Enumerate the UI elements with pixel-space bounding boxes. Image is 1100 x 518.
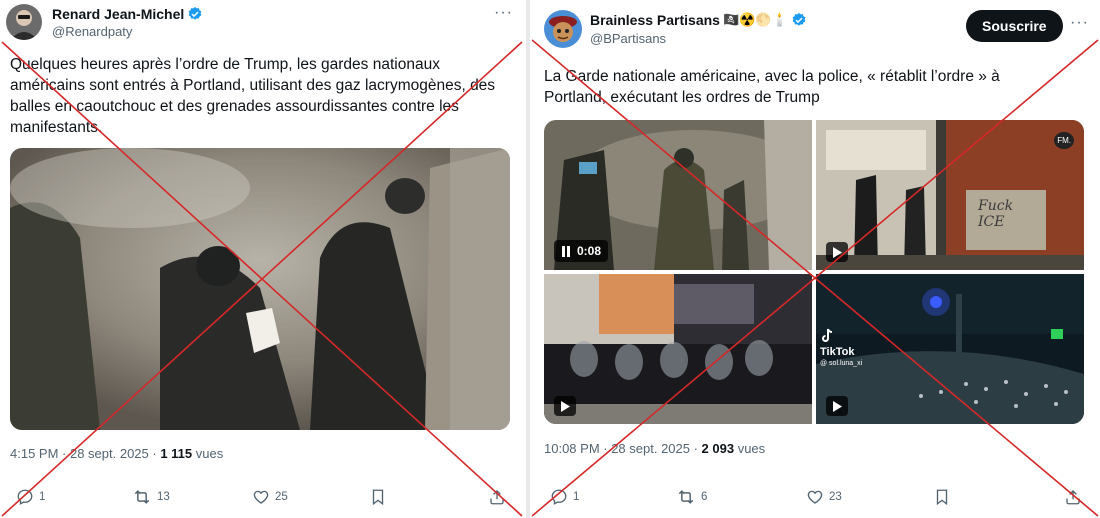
- retweet-icon: [678, 490, 694, 504]
- reply-count: 1: [39, 491, 46, 503]
- tweet-text: Quelques heures après l’ordre de Trump, …: [10, 56, 496, 136]
- play-icon[interactable]: [832, 400, 842, 412]
- tiktok-label: TikTok: [820, 346, 855, 358]
- tweet-timestamp[interactable]: 10:08 PM · 28 sept. 2025 ·: [544, 441, 702, 456]
- media-video-3[interactable]: [544, 274, 812, 424]
- tweet-text: La Garde nationale américaine, avec la p…: [544, 68, 1000, 106]
- reply-button[interactable]: 1: [16, 488, 45, 506]
- avatar[interactable]: [544, 10, 582, 48]
- tweet-video[interactable]: [10, 148, 510, 430]
- more-icon[interactable]: ···: [1070, 14, 1089, 32]
- reply-icon: [17, 489, 33, 505]
- action-bar: 1 6 23: [532, 488, 1100, 512]
- view-count: 2 093: [701, 441, 735, 456]
- video-thumbnail: [544, 274, 812, 424]
- retweet-count: 13: [157, 491, 170, 503]
- reply-count: 1: [573, 491, 580, 503]
- tiktok-watermark: TikTok @ sol.luna_xi: [820, 328, 862, 369]
- verified-icon: [792, 13, 806, 26]
- bookmark-icon: [936, 489, 948, 506]
- share-icon: [1066, 490, 1080, 505]
- retweet-count: 6: [701, 491, 708, 503]
- video-thumbnail: [816, 120, 1084, 270]
- retweet-button[interactable]: 13: [132, 488, 170, 506]
- pause-icon[interactable]: [561, 245, 571, 257]
- author-handle[interactable]: @BPartisans: [590, 31, 666, 46]
- bookmark-icon: [372, 489, 384, 506]
- author-name[interactable]: Renard Jean-Michel: [52, 6, 184, 22]
- media-video-1[interactable]: 0:08: [544, 120, 812, 270]
- subscribe-button[interactable]: Souscrire: [966, 10, 1063, 42]
- media-grid: 0:08 FM. Fuck ICE TikTok @ sol.luna_xi: [544, 120, 1084, 424]
- play-icon[interactable]: [560, 400, 570, 412]
- divider: [526, 0, 530, 518]
- tweet-left: Renard Jean-Michel @Renardpaty ··· Quelq…: [0, 0, 524, 518]
- like-count: 23: [829, 491, 842, 503]
- like-count: 25: [275, 491, 288, 503]
- play-icon[interactable]: [832, 246, 842, 258]
- more-icon[interactable]: ···: [494, 4, 513, 22]
- reply-button[interactable]: 1: [550, 488, 579, 506]
- like-button[interactable]: 23: [806, 488, 842, 506]
- video-duration: 0:08: [577, 244, 602, 258]
- tiktok-icon: [822, 328, 833, 342]
- retweet-button[interactable]: 6: [676, 488, 707, 506]
- share-icon: [490, 490, 504, 505]
- bookmark-button[interactable]: [370, 488, 386, 506]
- media-video-2[interactable]: FM. Fuck ICE: [816, 120, 1084, 270]
- like-icon: [807, 490, 823, 504]
- like-icon: [253, 490, 269, 504]
- author-handle[interactable]: @Renardpaty: [52, 24, 132, 39]
- name-emoji-badges: 🏴‍☠️☢️🌕🕯️: [722, 12, 788, 27]
- video-thumbnail: [10, 148, 510, 430]
- share-button[interactable]: [1064, 488, 1082, 506]
- view-count: 1 115: [160, 446, 193, 461]
- views-label: vues: [192, 446, 224, 461]
- author-name[interactable]: Brainless Partisans: [590, 12, 720, 28]
- action-bar: 1 13 25: [0, 488, 524, 512]
- verified-icon: [188, 7, 202, 20]
- graffiti-text: Fuck ICE: [978, 198, 1014, 230]
- media-video-4[interactable]: TikTok @ sol.luna_xi: [816, 274, 1084, 424]
- retweet-icon: [134, 490, 150, 504]
- share-button[interactable]: [488, 488, 506, 506]
- watermark: FM.: [1054, 132, 1074, 149]
- tweet-timestamp[interactable]: 4:15 PM · 28 sept. 2025 ·: [10, 446, 160, 461]
- bookmark-button[interactable]: [934, 488, 950, 506]
- tweet-right: Brainless Partisans 🏴‍☠️☢️🌕🕯️ @BPartisan…: [532, 0, 1100, 518]
- avatar[interactable]: [6, 4, 42, 40]
- reply-icon: [551, 489, 567, 505]
- tiktok-user: @ sol.luna_xi: [820, 360, 863, 367]
- views-label: vues: [734, 441, 766, 456]
- like-button[interactable]: 25: [252, 488, 288, 506]
